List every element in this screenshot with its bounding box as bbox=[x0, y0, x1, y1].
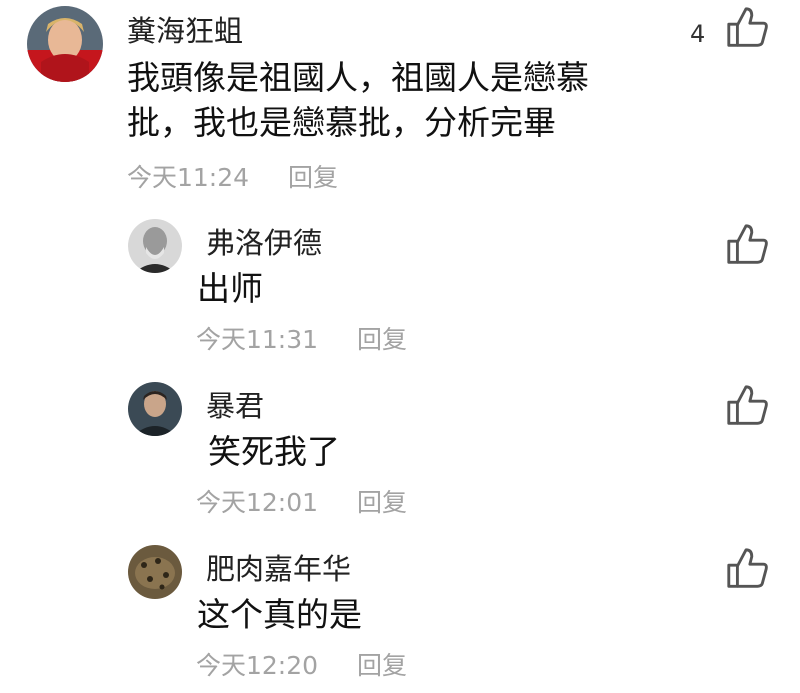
avatar[interactable] bbox=[128, 219, 182, 273]
reply-button[interactable]: 回复 bbox=[357, 320, 407, 356]
comment-content: 这个真的是 bbox=[197, 595, 362, 634]
thumbs-up-icon[interactable] bbox=[724, 222, 770, 268]
thumbs-up-icon[interactable] bbox=[724, 5, 770, 51]
comment-timestamp: 今天11:24 bbox=[127, 163, 250, 192]
comment-timestamp: 今天11:31 bbox=[196, 325, 319, 354]
like-count: 4 bbox=[690, 20, 706, 48]
comment-content: 笑死我了 bbox=[208, 432, 340, 471]
avatar[interactable] bbox=[27, 6, 103, 82]
main-comment: 糞海狂蛆 我頭像是祖國人，祖國人是戀慕 批，我也是戀慕批，分析完畢 今天11:2… bbox=[0, 0, 800, 200]
comment-timestamp: 今天12:01 bbox=[196, 488, 319, 517]
reply-button[interactable]: 回复 bbox=[357, 483, 407, 519]
comment-author[interactable]: 肥肉嘉年华 bbox=[206, 546, 351, 588]
comment-timestamp: 今天12:20 bbox=[196, 651, 319, 680]
comment-content: 出师 bbox=[197, 269, 263, 308]
comment-author[interactable]: 弗洛伊德 bbox=[206, 220, 322, 262]
comment-author[interactable]: 暴君 bbox=[206, 383, 264, 425]
avatar[interactable] bbox=[128, 382, 182, 436]
thumbs-up-icon[interactable] bbox=[724, 383, 770, 429]
reply-button[interactable]: 回复 bbox=[288, 158, 338, 194]
reply-button[interactable]: 回复 bbox=[357, 646, 407, 682]
comment-content-line-1: 我頭像是祖國人，祖國人是戀慕 bbox=[127, 58, 589, 97]
comment-content-line-2: 批，我也是戀慕批，分析完畢 bbox=[127, 103, 556, 142]
reply-comment: 弗洛伊德 出师 今天11:31 回复 bbox=[0, 210, 800, 365]
reply-comment: 肥肉嘉年华 这个真的是 今天12:20 回复 bbox=[0, 536, 800, 693]
avatar[interactable] bbox=[128, 545, 182, 599]
reply-comment: 暴君 笑死我了 今天12:01 回复 bbox=[0, 373, 800, 528]
comment-author[interactable]: 糞海狂蛆 bbox=[127, 8, 243, 50]
thumbs-up-icon[interactable] bbox=[724, 546, 770, 592]
